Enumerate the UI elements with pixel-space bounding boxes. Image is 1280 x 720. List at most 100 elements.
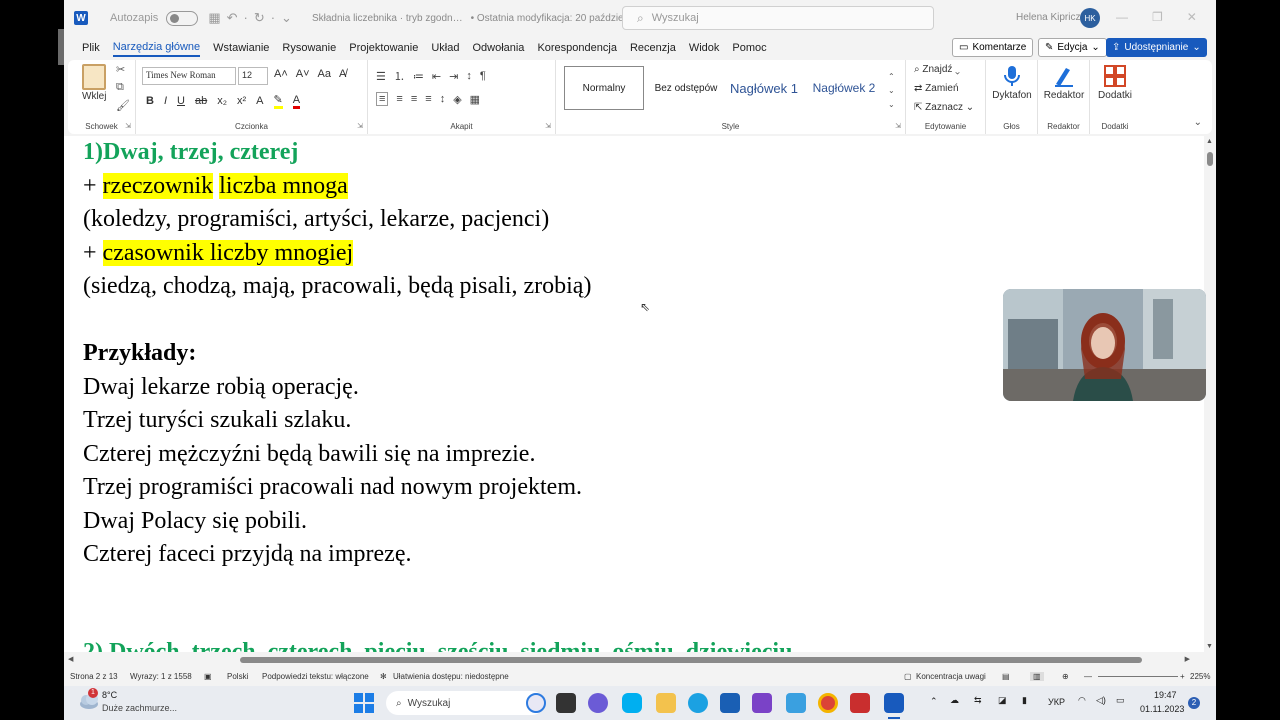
clear-format-icon[interactable]: A̸: [339, 68, 346, 80]
web-layout-icon[interactable]: ⊕: [1062, 672, 1069, 681]
volume-icon[interactable]: ◁): [1096, 695, 1106, 706]
battery-icon[interactable]: ▭: [1116, 695, 1125, 706]
addins-icon[interactable]: [1103, 64, 1127, 88]
scroll-right-icon[interactable]: ▶: [1185, 655, 1190, 663]
decrease-indent-icon[interactable]: ⇤: [432, 70, 441, 83]
pdf-icon[interactable]: [850, 693, 870, 713]
subscript-icon[interactable]: x₂: [217, 95, 227, 107]
onedrive-icon[interactable]: ☁: [950, 695, 959, 706]
scroll-left-icon[interactable]: ◀: [68, 655, 73, 663]
search-box[interactable]: ⌕ Wyszukaj: [622, 6, 934, 30]
find-button[interactable]: ⌕ Znajdź ⌄: [914, 64, 960, 75]
justify-icon[interactable]: ≡: [425, 93, 431, 105]
clock-date[interactable]: 01.11.2023: [1140, 704, 1184, 714]
grow-font-icon[interactable]: A˄: [274, 68, 288, 80]
app-icon[interactable]: [752, 693, 772, 713]
restore-icon[interactable]: ❐: [1152, 10, 1163, 24]
dialog-launcher-icon[interactable]: ⇲: [125, 122, 131, 130]
bing-icon[interactable]: [526, 693, 546, 713]
line-spacing-icon[interactable]: ↕: [440, 93, 446, 105]
addins-label[interactable]: Dodatki: [1090, 90, 1140, 101]
shrink-font-icon[interactable]: A˅: [296, 68, 310, 80]
tab-file[interactable]: Plik: [82, 40, 100, 56]
weather-condition[interactable]: Duże zachmurze...: [102, 703, 177, 713]
align-left-icon[interactable]: ≡: [376, 92, 389, 106]
style-normal[interactable]: Normalny: [564, 66, 644, 110]
tab-view[interactable]: Widok: [689, 40, 720, 56]
vertical-scroll-thumb[interactable]: [1207, 152, 1213, 166]
tab-design[interactable]: Projektowanie: [349, 40, 418, 56]
comments-button[interactable]: ▭ Komentarze: [952, 38, 1034, 57]
tab-review[interactable]: Recenzja: [630, 40, 676, 56]
quick-access-icons[interactable]: ▦↶·↻·⌄: [208, 10, 298, 26]
close-icon[interactable]: ✕: [1187, 10, 1197, 24]
tab-help[interactable]: Pomoc: [732, 40, 766, 56]
horizontal-scrollbar[interactable]: ◀ ▶: [64, 654, 1204, 666]
focus-icon[interactable]: ▢: [904, 672, 912, 681]
zoom-in-icon[interactable]: +: [1180, 672, 1185, 681]
text-predictions-status[interactable]: Podpowiedzi tekstu: włączone: [262, 672, 369, 681]
text-effects-icon[interactable]: A: [256, 95, 263, 107]
print-layout-icon[interactable]: ▥: [1030, 672, 1044, 681]
focus-mode[interactable]: Koncentracja uwagi: [916, 672, 986, 681]
accessibility-status[interactable]: Ułatwienia dostępu: niedostępne: [393, 672, 509, 681]
microphone-icon[interactable]: [1000, 64, 1024, 88]
editor-label[interactable]: Redaktor: [1038, 90, 1090, 101]
language-status[interactable]: Polski: [227, 672, 248, 681]
font-name-select[interactable]: Times New Roman: [142, 67, 236, 85]
clock-time[interactable]: 19:47: [1154, 690, 1177, 700]
language-indicator[interactable]: УКР: [1048, 697, 1065, 707]
tab-draw[interactable]: Rysowanie: [282, 40, 336, 56]
dialog-launcher-icon[interactable]: ⇲: [545, 122, 551, 130]
format-painter-icon[interactable]: 🖌: [116, 99, 130, 112]
skype-icon[interactable]: [622, 693, 642, 713]
replace-button[interactable]: ⇄ Zamień: [914, 83, 959, 94]
dialog-launcher-icon[interactable]: ⇲: [357, 122, 363, 130]
tab-layout[interactable]: Układ: [431, 40, 459, 56]
ribbon-expand-icon[interactable]: ⌄: [1194, 117, 1202, 128]
align-right-icon[interactable]: ≡: [411, 93, 417, 105]
wifi-icon[interactable]: ◠: [1078, 695, 1086, 706]
style-heading2[interactable]: Nagłówek 2: [806, 66, 882, 110]
file-explorer-icon[interactable]: [656, 693, 676, 713]
notification-badge[interactable]: 2: [1188, 697, 1200, 709]
tray-app-icon[interactable]: ◪: [998, 695, 1007, 706]
taskbar-search[interactable]: ⌕ Wyszukaj: [386, 691, 544, 715]
zoom-level[interactable]: 225%: [1190, 672, 1210, 681]
bullets-icon[interactable]: ☰: [376, 70, 386, 83]
borders-icon[interactable]: ▦: [470, 93, 480, 106]
horizontal-scroll-thumb[interactable]: [240, 657, 1142, 663]
underline-icon[interactable]: U: [177, 95, 185, 107]
editor-icon[interactable]: [1052, 64, 1076, 88]
tray-app-icon[interactable]: ⇆: [974, 695, 982, 706]
task-view-icon[interactable]: [556, 693, 576, 713]
styles-scroll-icon[interactable]: ⌃ ⌄ ⌄: [888, 70, 895, 112]
tab-mailings[interactable]: Korespondencja: [537, 40, 617, 56]
chrome-icon[interactable]: [818, 693, 838, 713]
cut-icon[interactable]: ✂: [116, 63, 125, 76]
tab-home[interactable]: Narzędzia główne: [112, 39, 201, 57]
scroll-up-icon[interactable]: ▲: [1206, 138, 1213, 145]
word-count[interactable]: Wyrazy: 1 z 1558: [130, 672, 192, 681]
user-name[interactable]: Helena Kipricz: [1016, 12, 1080, 23]
italic-icon[interactable]: I: [164, 95, 167, 107]
pilcrow-icon[interactable]: ¶: [480, 70, 486, 82]
numbering-icon[interactable]: ⒈: [394, 68, 405, 84]
page-count[interactable]: Strona 2 z 13: [70, 672, 118, 681]
multilevel-list-icon[interactable]: ≔: [413, 70, 424, 83]
bold-icon[interactable]: B: [146, 95, 154, 107]
read-mode-icon[interactable]: ▤: [1002, 672, 1010, 681]
style-no-spacing[interactable]: Bez odstępów: [648, 66, 724, 110]
tray-overflow-icon[interactable]: ⌃: [930, 696, 938, 707]
paste-label[interactable]: Wklej: [82, 91, 106, 102]
strikethrough-icon[interactable]: ab: [195, 95, 207, 107]
word-taskbar-icon[interactable]: [884, 693, 904, 713]
dictate-label[interactable]: Dyktafon: [986, 90, 1038, 101]
avatar[interactable]: HK: [1080, 8, 1100, 28]
tab-references[interactable]: Odwołania: [472, 40, 524, 56]
minimize-icon[interactable]: —: [1116, 10, 1128, 24]
copy-icon[interactable]: ⧉: [116, 81, 124, 94]
paste-icon[interactable]: [82, 64, 106, 90]
weather-temp[interactable]: 8°C: [102, 690, 117, 700]
sort-icon[interactable]: ↕: [466, 70, 472, 82]
